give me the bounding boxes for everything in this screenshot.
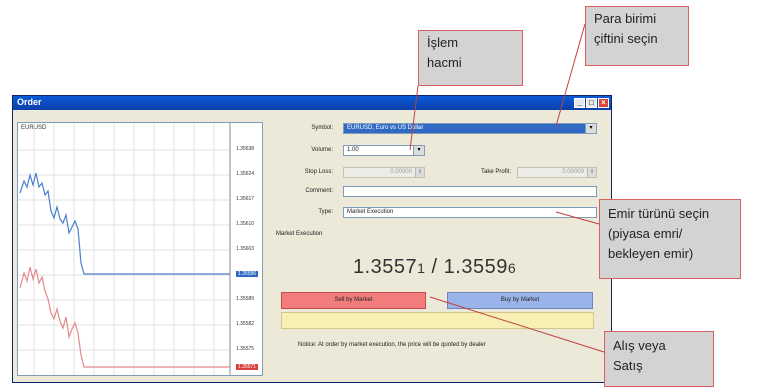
- type-callout: Emir türünü seçin (piyasa emri/ bekleyen…: [599, 199, 741, 279]
- currency-callout: Para birimi çiftini seçin: [585, 6, 689, 66]
- callout-text: İşlem: [427, 35, 459, 50]
- side-callout: Alış veya Satış: [604, 331, 714, 387]
- callout-text: Emir türünü seçin: [608, 206, 710, 221]
- callout-text: Alış veya: [613, 338, 666, 353]
- callout-text: Satış: [613, 358, 643, 373]
- callout-text: çiftini seçin: [594, 31, 658, 46]
- callout-text: (piyasa emri/: [608, 226, 683, 241]
- callout-text: Para birimi: [594, 11, 657, 26]
- volume-callout: İşlem hacmi: [418, 30, 523, 86]
- callout-text: bekleyen emir): [608, 246, 694, 261]
- callout-text: hacmi: [427, 55, 462, 70]
